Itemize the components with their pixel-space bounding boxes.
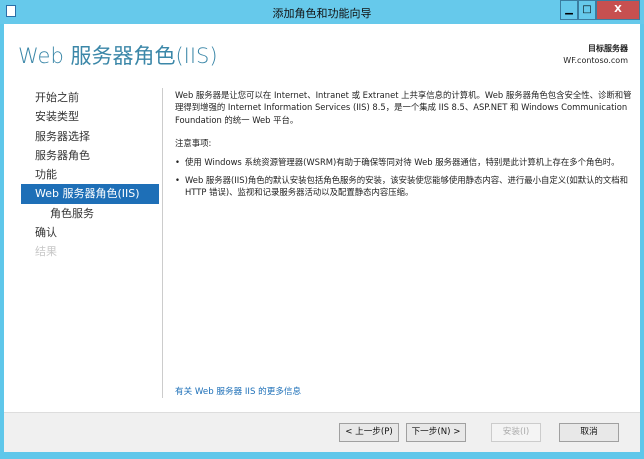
close-button[interactable]: X: [596, 0, 640, 20]
sidebar-item-2[interactable]: 服务器选择: [21, 127, 159, 146]
page-title: Web 服务器角色(IIS): [18, 44, 218, 68]
title-bar: 添加角色和功能向导 ▁ □ X: [0, 0, 644, 24]
wizard-window: Web 服务器角色(IIS) 目标服务器 WF.contoso.com 开始之前…: [4, 24, 640, 452]
target-server: 目标服务器 WF.contoso.com: [563, 43, 628, 67]
cancel-button[interactable]: 取消: [559, 423, 619, 442]
next-button[interactable]: 下一步(N) >: [406, 423, 466, 442]
more-info-link[interactable]: 有关 Web 服务器 IIS 的更多信息: [175, 385, 301, 397]
sidebar-item-6[interactable]: 角色服务: [21, 204, 159, 223]
footer: < 上一步(P) 下一步(N) > 安装(I) 取消: [4, 412, 640, 452]
sidebar-item-7[interactable]: 确认: [21, 223, 159, 242]
notes-title: 注意事项:: [175, 138, 212, 149]
sidebar-item-1[interactable]: 安装类型: [21, 107, 159, 126]
sidebar-item-3[interactable]: 服务器角色: [21, 146, 159, 165]
bullet-item: • Web 服务器(IIS)角色的默认安装包括角色服务的安装，该安装使您能够使用静…: [175, 175, 628, 198]
sidebar-item-0[interactable]: 开始之前: [21, 88, 159, 107]
maximize-button[interactable]: □: [578, 0, 596, 20]
target-server-label: 目标服务器: [588, 44, 628, 53]
content-pane: Web 服务器是让您可以在 Internet、Intranet 或 Extran…: [175, 89, 635, 205]
minimize-button[interactable]: ▁: [560, 0, 578, 20]
previous-button[interactable]: < 上一步(P): [339, 423, 399, 442]
target-server-name: WF.contoso.com: [563, 56, 628, 65]
bullet-item: • 使用 Windows 系统资源管理器(WSRM)有助于确保等同对待 Web 服…: [175, 156, 620, 167]
install-button[interactable]: 安装(I): [491, 423, 541, 442]
intro-text: Web 服务器是让您可以在 Internet、Intranet 或 Extran…: [175, 90, 632, 125]
sidebar-item-5[interactable]: Web 服务器角色(IIS): [21, 184, 159, 204]
sidebar-item-8: 结果: [35, 245, 57, 259]
wizard-steps: 开始之前 安装类型 服务器选择 服务器角色 功能 Web 服务器角色(IIS) 角色服务 确认…: [21, 88, 159, 262]
sidebar-item-4[interactable]: 功能: [21, 165, 159, 184]
divider: [162, 88, 163, 398]
